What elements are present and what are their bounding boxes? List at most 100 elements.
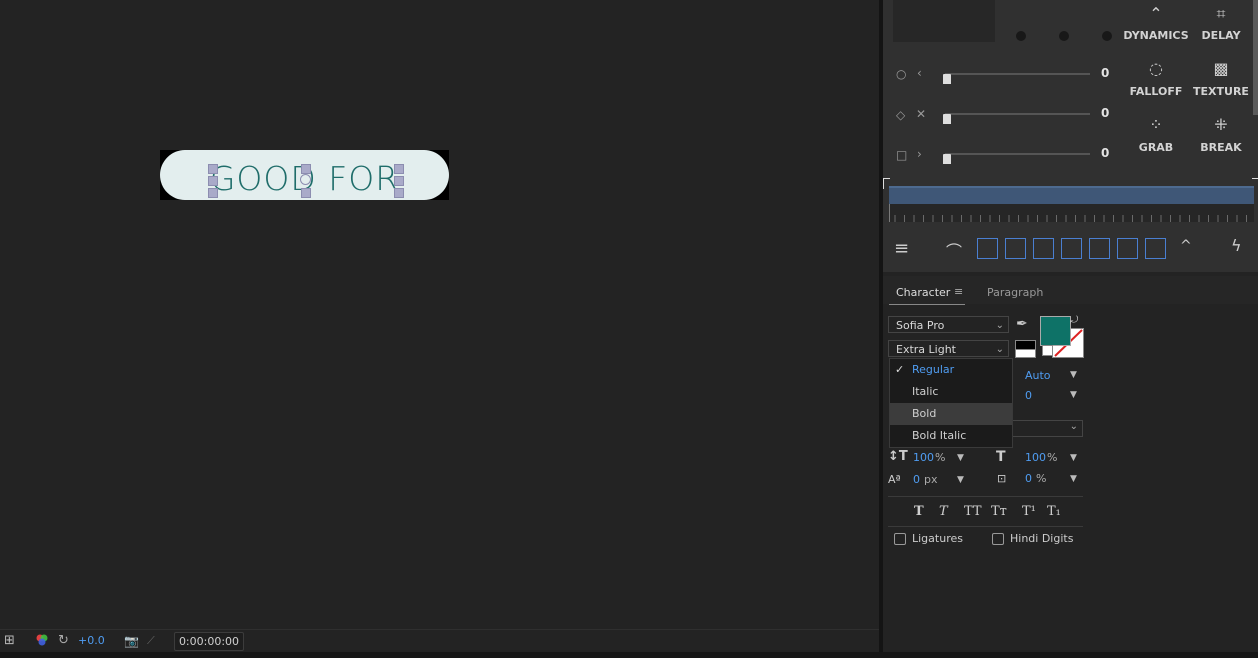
tab-paragraph[interactable]: Paragraph (987, 286, 1043, 299)
selection-handle[interactable] (208, 188, 218, 198)
circle-icon[interactable]: ○ (896, 67, 906, 81)
slider-track[interactable] (945, 73, 1090, 75)
eyedropper-icon[interactable]: ✒ (1016, 316, 1028, 332)
chevron-down-icon[interactable]: ▼ (1070, 474, 1077, 484)
superscript-icon[interactable]: T¹ (1022, 504, 1036, 519)
grid-icon[interactable]: ⁘ (1121, 115, 1191, 134)
selection-handle[interactable] (301, 164, 311, 174)
add-curve-icon[interactable]: ⌒ (946, 238, 962, 262)
menu-item-regular[interactable]: ✓ Regular (890, 359, 1012, 381)
preset-dot[interactable] (1016, 31, 1026, 41)
panel-menu-icon[interactable]: ≡ (954, 285, 963, 298)
curve-bell-icon[interactable] (1005, 238, 1026, 259)
selection-handle[interactable] (394, 164, 404, 174)
curve-linear-icon[interactable] (977, 238, 998, 259)
current-time-display[interactable]: 0:00:00:00 (174, 632, 244, 651)
baseline-shift-value[interactable]: 0 (913, 473, 920, 486)
diamond-icon[interactable]: ◇ (896, 108, 905, 122)
cross-icon[interactable]: ✕ (916, 107, 926, 121)
no-fill-swatch[interactable] (1042, 345, 1053, 356)
font-style-menu: ✓ Regular Italic Bold Bold Italic (889, 358, 1013, 448)
fill-color-swatch[interactable] (1040, 316, 1071, 346)
range-bar[interactable] (889, 186, 1254, 206)
chevron-down-icon[interactable]: ▼ (1070, 370, 1077, 380)
curve-exp-icon[interactable] (1145, 238, 1166, 259)
hindi-digits-checkbox[interactable] (992, 533, 1004, 545)
selection-handle[interactable] (394, 176, 404, 186)
crop-icon[interactable]: ⌗ (1186, 4, 1256, 24)
chevron-down-icon[interactable]: ▼ (1070, 453, 1077, 463)
exposure-value[interactable]: +0.0 (78, 633, 105, 649)
curve-ease-in-icon[interactable] (1033, 238, 1054, 259)
small-caps-icon[interactable]: Tт (991, 504, 1007, 519)
delay-button[interactable]: DELAY (1186, 29, 1256, 42)
color-channels-icon[interactable] (35, 633, 49, 649)
snapshot-camera-icon[interactable]: 📷 (124, 633, 139, 649)
leading-value[interactable]: Auto (1025, 369, 1051, 382)
faux-italic-icon[interactable]: T (939, 504, 948, 519)
swap-colors-icon[interactable]: ⤾ (1070, 315, 1078, 326)
preset-dot[interactable] (1102, 31, 1112, 41)
slider-thumb[interactable] (943, 114, 951, 124)
white-swatch[interactable] (1015, 349, 1036, 358)
menu-item-bold-italic[interactable]: Bold Italic (890, 425, 1012, 447)
ligatures-checkbox[interactable] (894, 533, 906, 545)
selection-handle[interactable] (394, 188, 404, 198)
break-button[interactable]: BREAK (1186, 141, 1256, 154)
horizontal-scale-value[interactable]: 100 (1025, 451, 1046, 464)
font-family-dropdown[interactable]: Sofia Pro ⌄ (888, 316, 1009, 333)
text-layer-bounding-box[interactable]: GOOD FOR (160, 150, 449, 200)
falloff-button[interactable]: FALLOFF (1121, 85, 1191, 98)
hamburger-menu-icon[interactable]: ≡ (894, 238, 909, 259)
selection-handle[interactable] (208, 164, 218, 174)
curve-round-icon[interactable] (1089, 238, 1110, 259)
slider-thumb[interactable] (943, 154, 951, 164)
vertical-scale-value[interactable]: 100 (913, 451, 934, 464)
chevron-down-icon[interactable]: ▼ (957, 475, 964, 485)
tsume-value[interactable]: 0 (1025, 472, 1032, 485)
menu-item-italic[interactable]: Italic (890, 381, 1012, 403)
all-caps-icon[interactable]: TT (964, 504, 982, 519)
selection-handle[interactable] (301, 188, 311, 198)
slider-value[interactable]: 0 (1101, 66, 1109, 80)
anchor-point-icon[interactable] (300, 174, 311, 185)
chevron-down-icon: ⌄ (995, 320, 1004, 331)
caret-up-icon[interactable]: ^ (1180, 238, 1192, 254)
tsume-unit: % (1036, 472, 1047, 485)
break-icon[interactable]: ⁜ (1186, 115, 1256, 134)
chevron-right-icon[interactable]: › (917, 147, 922, 161)
lightning-icon[interactable]: ϟ (1231, 236, 1242, 255)
stroke-style-dropdown[interactable]: ⌄ (1012, 420, 1083, 437)
chevron-left-icon[interactable]: ‹ (917, 66, 922, 80)
chevron-down-icon[interactable]: ▼ (957, 453, 964, 463)
selection-handle[interactable] (208, 176, 218, 186)
preset-dot[interactable] (1059, 31, 1069, 41)
slider-track[interactable] (945, 153, 1090, 155)
slider-value[interactable]: 0 (1101, 146, 1109, 160)
slider-track[interactable] (945, 113, 1090, 115)
menu-item-bold[interactable]: Bold (890, 403, 1012, 425)
chevron-down-icon[interactable]: ▼ (1070, 390, 1077, 400)
curve-arc-icon[interactable] (1061, 238, 1082, 259)
slider-thumb[interactable] (943, 74, 951, 84)
tab-character[interactable]: Character (896, 286, 950, 299)
faux-bold-icon[interactable]: T (914, 504, 924, 519)
font-style-dropdown[interactable]: Extra Light ⌄ (888, 340, 1009, 357)
texture-button[interactable]: TEXTURE (1186, 85, 1256, 98)
divider (888, 496, 1083, 497)
hatched-square-icon[interactable]: ▩ (1186, 59, 1256, 78)
show-snapshot-icon[interactable]: ⟋ (147, 633, 155, 649)
square-icon[interactable]: □ (896, 148, 907, 162)
tracking-value[interactable]: 0 (1025, 389, 1032, 402)
grab-button[interactable]: GRAB (1121, 141, 1191, 154)
composition-viewer[interactable]: GOOD FOR (0, 0, 879, 628)
dynamics-button[interactable]: DYNAMICS (1121, 29, 1191, 42)
subscript-icon[interactable]: T₁ (1047, 504, 1061, 519)
chevron-up-icon[interactable]: ⌃ (1121, 4, 1191, 23)
timeline-ruler[interactable] (889, 204, 1254, 222)
curve-ease-out-icon[interactable] (1117, 238, 1138, 259)
reset-exposure-icon[interactable]: ↻ (58, 633, 69, 649)
dashed-circle-icon[interactable]: ◌ (1121, 59, 1191, 78)
slider-value[interactable]: 0 (1101, 106, 1109, 120)
region-of-interest-icon[interactable]: ⊞ (4, 633, 15, 649)
